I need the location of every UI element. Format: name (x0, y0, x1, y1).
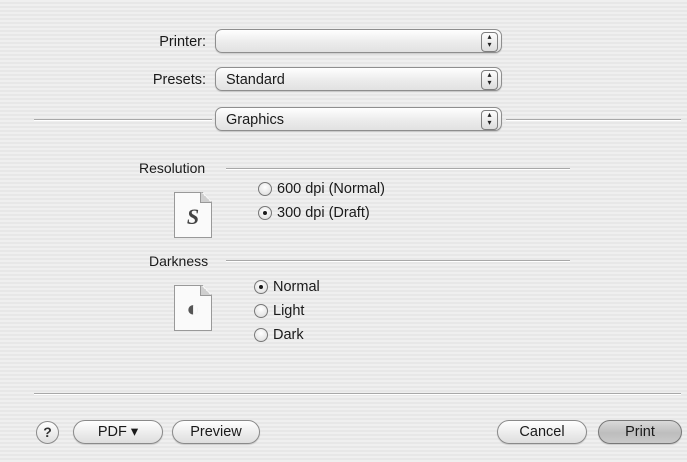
help-button[interactable]: ? (36, 421, 59, 444)
darkness-icon-fold (200, 285, 211, 296)
printer-stepper-icon: ▴ ▾ (481, 32, 498, 52)
resolution-option-600-label: 600 dpi (Normal) (277, 181, 385, 197)
radio-300-icon[interactable] (258, 206, 272, 220)
resolution-option-600[interactable]: 600 dpi (Normal) (258, 179, 385, 199)
preview-button[interactable]: Preview (172, 420, 260, 444)
darkness-option-light-label: Light (273, 303, 305, 319)
resolution-option-300[interactable]: 300 dpi (Draft) (258, 203, 370, 223)
panel-value: Graphics (226, 112, 285, 128)
resolution-icon-fold (200, 192, 211, 203)
darkness-rule (226, 260, 570, 262)
print-button[interactable]: Print (598, 420, 682, 444)
resolution-rule (226, 168, 570, 170)
darkness-option-light[interactable]: Light (254, 301, 304, 321)
resolution-option-300-label: 300 dpi (Draft) (277, 205, 370, 221)
printer-popup[interactable]: ▴ ▾ (215, 29, 502, 53)
pdf-button[interactable]: PDF ▾ (73, 420, 163, 444)
darkness-option-normal-label: Normal (273, 279, 320, 295)
presets-value: Standard (226, 72, 285, 88)
darkness-option-normal[interactable]: Normal (254, 277, 320, 297)
radio-600-icon[interactable] (258, 182, 272, 196)
presets-label: Presets: (152, 72, 206, 88)
resolution-title: Resolution (139, 160, 206, 176)
radio-dark-icon[interactable] (254, 328, 268, 342)
darkness-option-dark[interactable]: Dark (254, 325, 304, 345)
darkness-title: Darkness (149, 253, 209, 269)
radio-normal-icon[interactable] (254, 280, 268, 294)
panel-separator-right (506, 119, 681, 121)
darkness-option-dark-label: Dark (273, 327, 304, 343)
resolution-glyph: S (186, 204, 200, 229)
panel-stepper-icon: ▴ ▾ (481, 110, 498, 130)
panel-separator-left (34, 119, 212, 121)
darkness-glyph: ◐ (186, 296, 200, 321)
printer-label: Printer: (159, 34, 206, 50)
cancel-button[interactable]: Cancel (497, 420, 587, 444)
presets-popup[interactable]: Standard ▴ ▾ (215, 67, 502, 91)
presets-stepper-icon: ▴ ▾ (481, 70, 498, 90)
panel-popup[interactable]: Graphics ▴ ▾ (215, 107, 502, 131)
radio-light-icon[interactable] (254, 304, 268, 318)
footer-separator (34, 393, 681, 395)
